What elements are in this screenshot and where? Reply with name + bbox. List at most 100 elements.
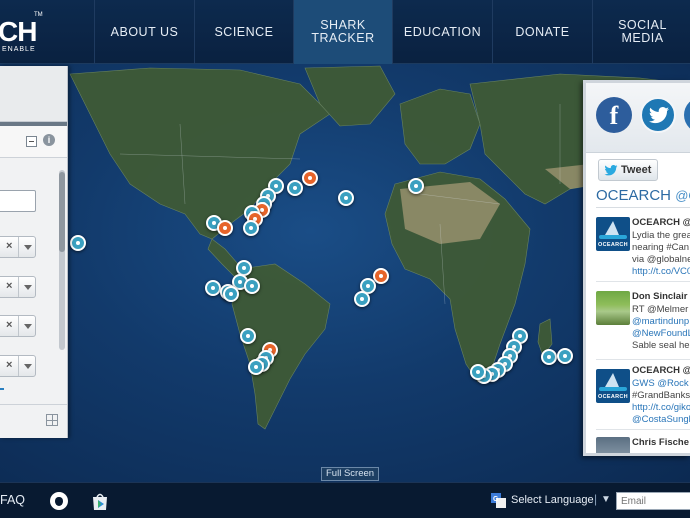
shark-pin[interactable]	[205, 280, 221, 296]
shark-pin[interactable]	[408, 178, 424, 194]
slider-accent	[0, 388, 4, 390]
tweet-link[interactable]: http://t.co/gikoiGXNtu	[632, 402, 690, 413]
divider	[596, 429, 690, 430]
ocearch-logo[interactable]: CH TM ENABLE	[0, 8, 52, 56]
google-translate-icon[interactable]: G	[491, 493, 506, 508]
shark-pin[interactable]	[243, 220, 259, 236]
shark-pin[interactable]	[338, 190, 354, 206]
tweet-link[interactable]: http://t.co/VC02XCEw	[632, 266, 690, 277]
chevron-down-icon[interactable]	[18, 277, 35, 297]
email-signup-input[interactable]	[616, 492, 690, 510]
language-separator: |	[594, 492, 598, 506]
apple-app-store-icon[interactable]	[50, 492, 68, 510]
logo-tagline: ENABLE	[2, 46, 36, 53]
page: CH TM ENABLE ABOUT US SCIENCE SHARK TRAC…	[0, 0, 690, 518]
nav-education[interactable]: EDUCATION	[392, 0, 492, 64]
select-language-link[interactable]: Select Language	[511, 494, 594, 506]
tweet-text: nearing #Can	[632, 242, 690, 253]
shark-pin[interactable]	[287, 180, 303, 196]
facebook-icon[interactable]: f	[596, 97, 632, 133]
tweet-item: Chris Fische	[596, 437, 690, 453]
tweet-text: #GrandBanks	[632, 390, 690, 401]
tweet-author[interactable]: Don Sinclair	[632, 291, 687, 302]
ocearch-avatar[interactable]: OCEARCH	[596, 369, 630, 403]
shark-pin-recent[interactable]	[302, 170, 318, 186]
clear-selection-icon[interactable]: ×	[6, 240, 12, 252]
clear-selection-icon[interactable]: ×	[6, 319, 12, 331]
tweet-text: via @globalnews @R	[632, 254, 690, 265]
nav-donate[interactable]: DONATE	[492, 0, 592, 64]
shark-pin[interactable]	[354, 291, 370, 307]
logo-trademark: TM	[34, 12, 43, 18]
faq-link[interactable]: FAQ	[0, 493, 25, 507]
shark-pin[interactable]	[244, 278, 260, 294]
wave-icon	[599, 235, 627, 239]
tweet-item: OCEARCH OCEARCH @ GWS @Rock #GrandBanks …	[596, 365, 690, 429]
collapse-icon[interactable]	[26, 136, 37, 147]
shark-pin-recent[interactable]	[217, 220, 233, 236]
logo-text: CH	[0, 16, 37, 47]
user-avatar[interactable]	[596, 291, 630, 325]
tweet-author[interactable]: OCEARCH @	[632, 365, 690, 376]
wave-icon	[599, 387, 627, 391]
shark-pin[interactable]	[470, 364, 486, 380]
social-icons-bar: f	[586, 83, 690, 153]
nav-shark-tracker[interactable]: SHARK TRACKER	[293, 0, 392, 64]
tweet-author[interactable]: Chris Fische	[632, 437, 689, 448]
feed-title-handle[interactable]: @O	[675, 188, 690, 203]
clear-selection-icon[interactable]: ×	[6, 280, 12, 292]
site-header: CH TM ENABLE ABOUT US SCIENCE SHARK TRAC…	[0, 0, 690, 64]
tweet-mention[interactable]: GWS @Rock	[632, 378, 689, 389]
tweet-button[interactable]: Tweet	[598, 159, 658, 181]
feed-title: OCEARCH @O	[596, 187, 690, 204]
tweet-author[interactable]: OCEARCH @	[632, 217, 690, 228]
grid-view-icon[interactable]	[46, 414, 58, 426]
search-filter-panel: i × × × ×	[0, 66, 68, 438]
divider	[596, 359, 690, 360]
social-icon[interactable]	[684, 97, 690, 133]
tweet-button-label: Tweet	[621, 164, 652, 176]
nav-social-media[interactable]: SOCIAL MEDIA	[592, 0, 690, 64]
shark-pin[interactable]	[541, 349, 557, 365]
filter-select-location[interactable]: ×	[0, 355, 36, 377]
shark-pin[interactable]	[248, 359, 264, 375]
svg-text:G: G	[493, 496, 499, 503]
main-nav: ABOUT US SCIENCE SHARK TRACKER EDUCATION…	[94, 0, 690, 64]
filter-select-tag-date[interactable]: ×	[0, 315, 36, 337]
shark-pin[interactable]	[70, 235, 86, 251]
shark-pin[interactable]	[240, 328, 256, 344]
divider	[596, 207, 690, 208]
tweet-item: OCEARCH OCEARCH @ Lydia the grea nearing…	[596, 217, 690, 281]
tweet-mention[interactable]: @martindunp	[632, 316, 689, 327]
info-icon[interactable]: i	[43, 134, 55, 146]
filter-select-stage[interactable]: ×	[0, 276, 36, 298]
panel-scrollbar-thumb[interactable]	[59, 172, 65, 252]
tweet-mention[interactable]: @NewFoundLand @	[632, 328, 690, 339]
site-footer: FAQ G Select Language | ▼	[0, 482, 690, 518]
twitter-icon[interactable]	[640, 97, 676, 133]
clear-selection-icon[interactable]: ×	[6, 359, 12, 371]
google-play-store-icon[interactable]	[90, 491, 110, 511]
avatar-text: OCEARCH	[598, 394, 628, 400]
shark-fin-icon	[605, 221, 619, 235]
full-screen-button[interactable]: Full Screen	[321, 467, 380, 481]
nav-science[interactable]: SCIENCE	[194, 0, 293, 64]
filter-select-gender[interactable]: ×	[0, 236, 36, 258]
chevron-down-icon[interactable]	[18, 356, 35, 376]
feed-title-name: OCEARCH	[596, 187, 672, 204]
chevron-down-icon[interactable]: ▼	[601, 494, 611, 505]
user-avatar[interactable]	[596, 437, 630, 453]
shark-search-input[interactable]	[0, 190, 36, 212]
social-feed-panel: f Tweet OCEARCH @O OCEARCH OCEARCH @ Lyd…	[583, 80, 690, 456]
shark-pin[interactable]	[557, 348, 573, 364]
tweet-mention[interactable]: @CostaSunglasses h	[632, 414, 690, 425]
chevron-down-icon[interactable]	[18, 237, 35, 257]
shark-pin[interactable]	[223, 286, 239, 302]
ocearch-avatar[interactable]: OCEARCH	[596, 217, 630, 251]
tweet-text: Sable seal herd shoul	[632, 340, 690, 351]
shark-pin-recent[interactable]	[373, 268, 389, 284]
panel-header	[0, 66, 67, 122]
nav-about-us[interactable]: ABOUT US	[94, 0, 194, 64]
chevron-down-icon[interactable]	[18, 316, 35, 336]
twitter-bird-icon	[604, 165, 618, 176]
